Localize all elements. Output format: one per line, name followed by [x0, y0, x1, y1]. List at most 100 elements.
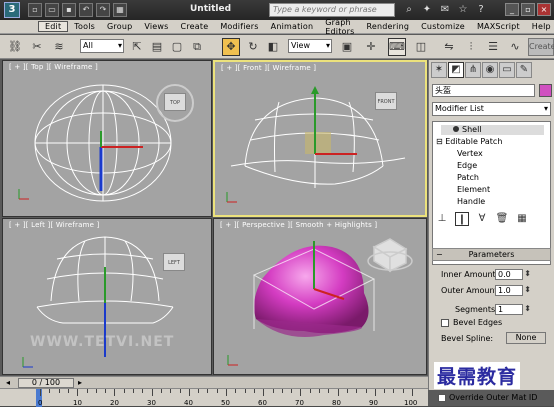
select-rotate-icon[interactable]: ↻ — [244, 38, 262, 56]
select-move-icon[interactable]: ✥ — [222, 38, 240, 56]
menu-edit[interactable]: Edit — [38, 21, 69, 32]
menu-customize[interactable]: Customize — [415, 22, 471, 31]
ruler-tick-mark — [105, 389, 107, 393]
override-outer-mat-checkbox[interactable] — [438, 393, 446, 402]
create-tab-icon[interactable]: ✶ — [431, 62, 447, 78]
bind-spacewarp-icon[interactable]: ≋ — [50, 38, 68, 56]
modifier-list-dropdown[interactable]: Modifier List — [432, 102, 551, 116]
stack-item-handle[interactable]: Handle — [457, 197, 485, 207]
stack-item-patch[interactable]: Patch — [457, 173, 479, 183]
select-scale-icon[interactable]: ◧ — [264, 38, 282, 56]
save-file-icon[interactable]: ▪ — [62, 3, 76, 17]
stack-item-editable-patch[interactable]: ⊟ Editable Patch — [436, 137, 502, 147]
motion-tab-icon[interactable]: ◉ — [482, 62, 498, 78]
link-icon[interactable]: ⛓ — [6, 38, 24, 56]
menu-group[interactable]: Group — [101, 22, 138, 31]
remove-modifier-icon[interactable]: 🗑 — [495, 212, 509, 226]
viewport-label-left[interactable]: [ + ][ Left ][ Wireframe ] — [9, 221, 99, 229]
viewcube-left[interactable]: LEFT — [163, 253, 185, 271]
stack-item-shell[interactable]: Shell — [441, 125, 544, 135]
menu-views[interactable]: Views — [138, 22, 174, 31]
open-file-icon[interactable]: ▭ — [45, 3, 59, 17]
configure-sets-icon[interactable]: ▦ — [515, 212, 529, 226]
new-file-icon[interactable]: ▫ — [28, 3, 42, 17]
show-end-result-icon[interactable]: ❙ — [455, 212, 469, 226]
menu-modifiers[interactable]: Modifiers — [214, 22, 264, 31]
communication-icon[interactable]: ✉ — [438, 3, 452, 17]
segments-spinner[interactable]: 1 — [495, 304, 531, 315]
undo-icon[interactable]: ↶ — [79, 3, 93, 17]
redo-icon[interactable]: ↷ — [96, 3, 110, 17]
reference-coordinate-dropdown[interactable]: View — [288, 39, 332, 53]
modify-tab-icon[interactable]: ◩ — [448, 62, 464, 78]
pivot-center-icon[interactable]: ▣ — [338, 38, 356, 56]
time-slider-thumb[interactable]: 0 / 100 — [18, 378, 74, 388]
mirror-icon[interactable]: ⇋ — [440, 38, 458, 56]
parameters-rollout-header[interactable]: − Parameters — [432, 248, 551, 261]
close-icon[interactable]: × — [537, 3, 551, 16]
command-panel-tabs: ✶ ◩ ⋔ ◉ ▭ ✎ — [429, 62, 554, 80]
restore-icon[interactable]: ▫ — [521, 3, 535, 16]
time-next-icon[interactable]: ▸ — [78, 378, 82, 387]
viewport-label-top[interactable]: [ + ][ Top ][ Wireframe ] — [9, 63, 98, 71]
hierarchy-tab-icon[interactable]: ⋔ — [465, 62, 481, 78]
viewcube-top[interactable]: TOP — [164, 93, 186, 111]
ruler-tick-mark — [244, 389, 246, 393]
minimize-icon[interactable]: _ — [505, 3, 519, 16]
object-color-swatch[interactable] — [539, 84, 552, 97]
app-logo-icon[interactable]: 3 — [4, 2, 20, 18]
subscription-icon[interactable]: ✦ — [420, 3, 434, 17]
viewport-label-front[interactable]: [ + ][ Front ][ Wireframe ] — [221, 64, 316, 72]
help-icon[interactable]: ? — [474, 3, 488, 17]
rect-selection-icon[interactable]: ▢ — [168, 38, 186, 56]
project-folder-icon[interactable]: ▦ — [113, 3, 127, 17]
select-manipulate-icon[interactable]: ✛ — [362, 38, 380, 56]
search-input[interactable]: Type a keyword or phrase — [269, 3, 395, 17]
menu-tools[interactable]: Tools — [68, 22, 101, 31]
curve-editor-icon[interactable]: ∿ — [506, 38, 524, 56]
viewport-perspective[interactable]: [ + ][ Perspective ][ Smooth + Highlight… — [213, 218, 427, 375]
select-object-icon[interactable]: ⇱ — [128, 38, 146, 56]
menu-help[interactable]: Help — [526, 22, 554, 31]
outer-amount-spinner[interactable]: 1.0 — [495, 285, 531, 296]
time-slider[interactable]: ◂ 0 / 100 ▸ — [0, 376, 428, 388]
favorites-icon[interactable]: ☆ — [456, 3, 470, 17]
menu-create[interactable]: Create — [175, 22, 215, 31]
selection-filter-dropdown[interactable]: All — [80, 39, 124, 53]
layer-manager-icon[interactable]: ☰ — [484, 38, 502, 56]
unlink-icon[interactable]: ✂ — [28, 38, 46, 56]
keyboard-shortcut-icon[interactable]: ⌨ — [388, 38, 406, 56]
modifier-stack: Shell ⊟ Editable Patch Vertex Edge Patch… — [432, 121, 551, 265]
lightbulb-icon[interactable] — [453, 126, 459, 132]
viewcube-front[interactable]: FRONT — [375, 92, 397, 110]
menu-maxscript[interactable]: MAXScript — [471, 22, 526, 31]
inner-amount-spinner[interactable]: 0.0 — [495, 269, 531, 280]
track-bar[interactable]: 0 10 20 30 40 50 60 70 80 90 100 — [0, 388, 428, 407]
pin-stack-icon[interactable]: ⊥ — [435, 212, 449, 226]
stack-item-element[interactable]: Element — [457, 185, 490, 195]
viewport-label-perspective[interactable]: [ + ][ Perspective ][ Smooth + Highlight… — [220, 221, 377, 229]
override-outer-mat-id[interactable]: Override Outer Mat ID — [438, 393, 537, 402]
stack-item-vertex[interactable]: Vertex — [457, 149, 483, 159]
menu-graph-editors[interactable]: Graph Editors — [319, 18, 360, 36]
bevel-spline-button[interactable]: None — [506, 332, 546, 344]
stack-item-edge[interactable]: Edge — [457, 161, 477, 171]
bevel-edges-checkbox[interactable] — [441, 319, 449, 327]
align-icon[interactable]: ⫶ — [462, 38, 480, 56]
display-tab-icon[interactable]: ▭ — [499, 62, 515, 78]
menu-animation[interactable]: Animation — [265, 22, 320, 31]
viewport-left[interactable]: LEFT [ + ][ Left ][ Wireframe ] — [2, 218, 212, 375]
viewport-front[interactable]: FRONT [ + ][ Front ][ Wireframe ] — [213, 60, 427, 217]
utilities-tab-icon[interactable]: ✎ — [516, 62, 532, 78]
object-name-field[interactable]: 头盔 — [432, 84, 535, 97]
create-selection-set-button[interactable]: Create — [528, 38, 554, 56]
binoculars-icon[interactable]: ⌕ — [402, 3, 416, 17]
ruler-tick-mark — [263, 389, 265, 396]
menu-rendering[interactable]: Rendering — [360, 22, 415, 31]
select-by-name-icon[interactable]: ▤ — [148, 38, 166, 56]
viewport-top[interactable]: TOP [ + ][ Top ][ Wireframe ] — [2, 60, 212, 217]
window-crossing-icon[interactable]: ⧉ — [188, 38, 206, 56]
time-prev-icon[interactable]: ◂ — [6, 378, 10, 387]
snaps-toggle-icon[interactable]: ◫ — [412, 38, 430, 56]
make-unique-icon[interactable]: ∀ — [475, 212, 489, 226]
